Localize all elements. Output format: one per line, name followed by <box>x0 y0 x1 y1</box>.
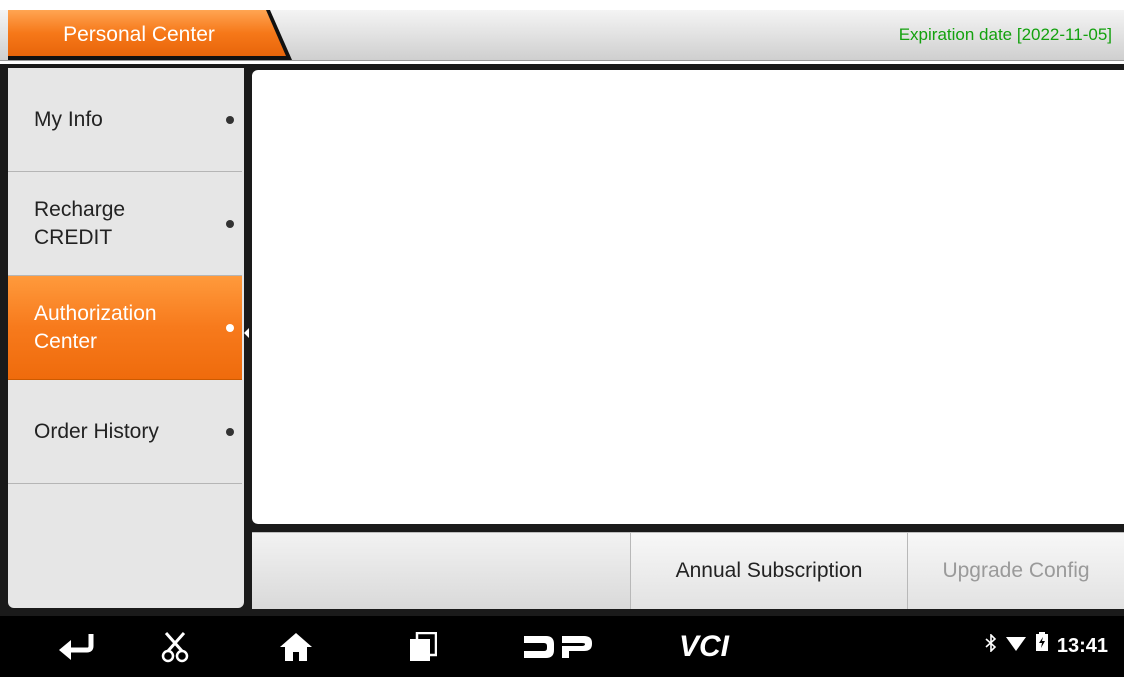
vci-label: VCI <box>678 630 729 663</box>
sidebar-item-label: Recharge CREDIT <box>34 197 126 249</box>
bullet-icon <box>226 323 234 332</box>
title-tab: Personal Center <box>8 10 298 60</box>
scissors-icon[interactable] <box>160 631 190 663</box>
bluetooth-icon <box>985 616 997 677</box>
annual-subscription-button[interactable]: Annual Subscription <box>630 533 907 609</box>
bullet-icon <box>226 219 234 228</box>
status-area: 13:41 <box>985 616 1108 677</box>
action-bar: Annual Subscription Upgrade Config <box>252 532 1124 609</box>
header: Personal Center Expiration date [2022-11… <box>0 0 1124 64</box>
sidebar-item-label: Authorization Center <box>34 301 157 353</box>
bullet-icon <box>226 427 234 436</box>
vci-icon[interactable]: VCI <box>664 630 744 663</box>
navigation-bar: VCI 13:41 <box>0 616 1124 677</box>
sidebar-item-label: Order History <box>34 419 159 443</box>
sidebar-item-authorization-center[interactable]: Authorization Center <box>8 276 242 380</box>
recent-apps-icon[interactable] <box>408 631 438 663</box>
clock: 13:41 <box>1056 635 1108 657</box>
home-icon[interactable] <box>278 631 314 663</box>
back-icon[interactable] <box>56 631 96 663</box>
battery-icon <box>1035 616 1049 677</box>
expiration-date: Expiration date [2022-11-05] <box>898 25 1112 44</box>
dp-icon[interactable] <box>522 631 594 663</box>
wifi-icon <box>1005 616 1027 677</box>
sidebar-item-recharge-credit[interactable]: Recharge CREDIT <box>8 172 242 276</box>
sidebar-item-my-info[interactable]: My Info <box>8 68 242 172</box>
selection-pointer-icon <box>244 328 249 338</box>
bullet-icon <box>226 115 234 124</box>
page-title: Personal Center <box>63 23 215 46</box>
sidebar-item-order-history[interactable]: Order History <box>8 380 242 484</box>
sidebar: My Info Recharge CREDIT Authorization Ce… <box>8 68 244 608</box>
content-panel <box>252 70 1124 524</box>
upgrade-config-button[interactable]: Upgrade Config <box>907 533 1124 609</box>
sidebar-item-label: My Info <box>34 107 103 131</box>
